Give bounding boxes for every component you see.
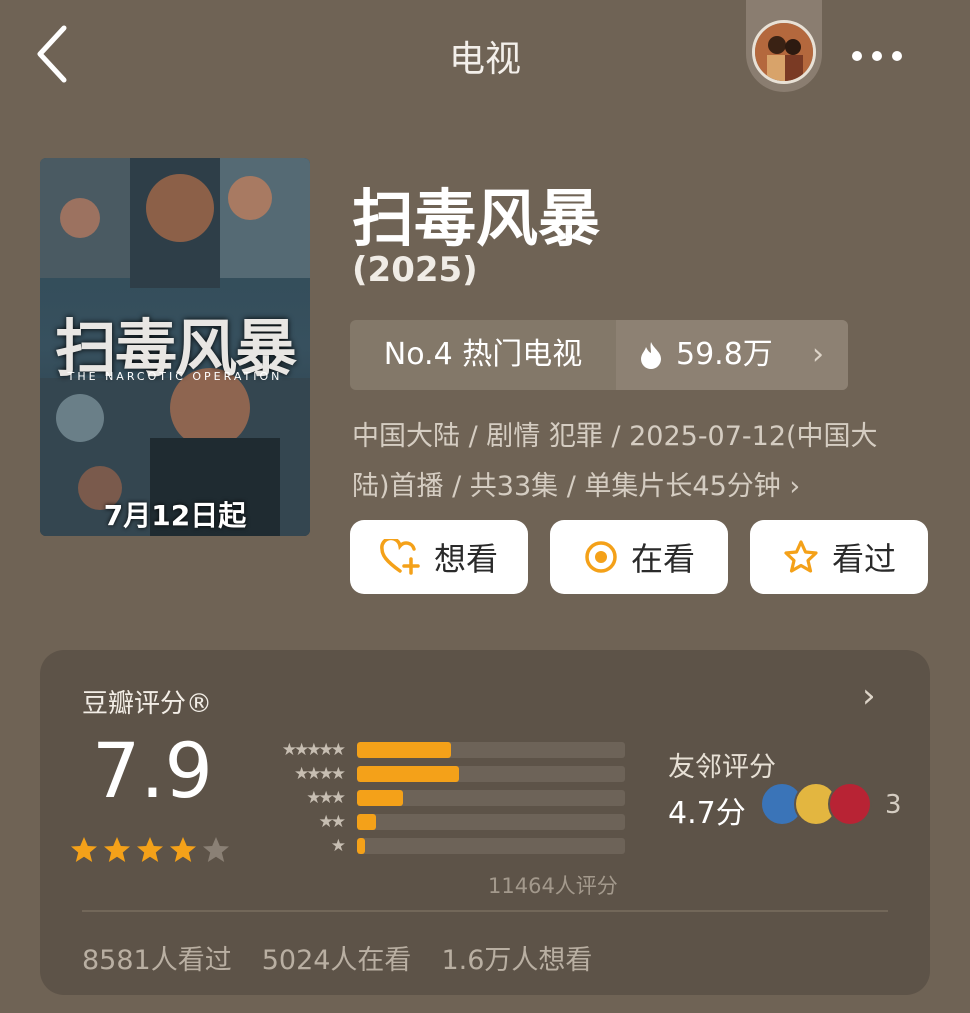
bar-stars-label: ★★★ bbox=[306, 788, 346, 808]
bar-stars-label: ★★ bbox=[318, 812, 346, 832]
rating-bar-2: ★★ bbox=[240, 811, 625, 833]
rating-bar-1: ★ bbox=[240, 835, 625, 857]
watching-label: 在看 bbox=[630, 540, 695, 578]
heat-value: 59.8万 bbox=[676, 337, 773, 372]
show-year: (2025) bbox=[352, 250, 478, 290]
watched-label: 看过 bbox=[831, 540, 896, 578]
bar-track bbox=[357, 814, 625, 830]
rating-count: 11464人评分 bbox=[488, 874, 618, 898]
bar-fill bbox=[357, 814, 376, 830]
more-dots-icon[interactable] bbox=[852, 46, 916, 61]
bar-fill bbox=[357, 790, 403, 806]
avatar[interactable] bbox=[752, 20, 816, 84]
poster-subtitle: THE NARCOTIC OPERATION bbox=[67, 370, 283, 383]
avatar bbox=[828, 782, 872, 826]
chevron-right-icon[interactable]: › bbox=[862, 676, 876, 716]
rating-score: 7.9 bbox=[92, 726, 213, 815]
poster-date: 7月12日起 bbox=[103, 499, 247, 532]
bar-stars-label: ★★★★★ bbox=[281, 740, 346, 760]
bar-fill bbox=[357, 766, 459, 782]
friend-rating-label: 友邻评分 bbox=[668, 752, 776, 783]
star-filled-icon bbox=[137, 837, 163, 862]
heat-indicator[interactable]: 59.8万 › bbox=[616, 320, 848, 390]
bar-stars-label: ★ bbox=[330, 836, 346, 856]
fire-icon bbox=[641, 342, 661, 369]
want-label: 想看 bbox=[433, 540, 498, 578]
bar-fill bbox=[357, 742, 451, 758]
friend-rating-score: 4.7分 bbox=[668, 796, 746, 831]
chevron-right-icon: › bbox=[812, 337, 824, 372]
heart-plus-icon bbox=[380, 539, 420, 575]
star-filled-icon bbox=[170, 837, 196, 862]
watching-button[interactable]: 在看 bbox=[550, 520, 728, 594]
meta-line-1: 中国大陆 / 剧情 犯罪 / 2025-07-12(中国大 bbox=[352, 421, 878, 452]
poster-image[interactable]: 扫毒风暴 THE NARCOTIC OPERATION 7月12日起 bbox=[40, 158, 310, 536]
bar-track bbox=[357, 790, 625, 806]
star-filled-icon bbox=[71, 837, 97, 862]
rank-badge[interactable]: No.4 热门电视 59.8万 › bbox=[350, 320, 848, 390]
rating-stars bbox=[70, 836, 235, 864]
show-meta[interactable]: 中国大陆 / 剧情 犯罪 / 2025-07-12(中国大 陆)首播 / 共33… bbox=[352, 412, 912, 512]
watched-button[interactable]: 看过 bbox=[750, 520, 928, 594]
star-filled-icon bbox=[104, 837, 130, 862]
want-count: 1.6万人想看 bbox=[441, 945, 593, 976]
watching-count: 5024人在看 bbox=[261, 945, 412, 976]
bar-track bbox=[357, 766, 625, 782]
target-icon bbox=[585, 541, 617, 573]
star-outline-icon bbox=[784, 540, 818, 573]
bar-fill bbox=[357, 838, 366, 854]
bar-track bbox=[357, 838, 625, 854]
rating-bar-3: ★★★ bbox=[240, 787, 625, 809]
page-title: 电视 bbox=[448, 39, 521, 80]
rating-bar-4: ★★★★ bbox=[240, 763, 625, 785]
rating-bar-5: ★★★★★ bbox=[240, 739, 625, 761]
rank-label: No.4 热门电视 bbox=[383, 337, 583, 372]
divider bbox=[82, 910, 888, 912]
rating-title: 豆瓣评分® bbox=[82, 689, 213, 719]
show-title: 扫毒风暴 bbox=[352, 182, 601, 255]
bar-track bbox=[357, 742, 625, 758]
watched-count: 8581人看过 bbox=[82, 945, 232, 976]
meta-line-2: 陆)首播 / 共33集 / 单集片长45分钟 › bbox=[352, 471, 801, 502]
friend-count: 3 bbox=[885, 790, 902, 820]
star-empty-icon bbox=[203, 837, 229, 862]
watch-stats[interactable]: 8581人看过 5024人在看 1.6万人想看 bbox=[82, 938, 622, 977]
friend-avatars[interactable] bbox=[760, 782, 880, 826]
want-button[interactable]: 想看 bbox=[350, 520, 528, 594]
bar-stars-label: ★★★★ bbox=[294, 764, 346, 784]
